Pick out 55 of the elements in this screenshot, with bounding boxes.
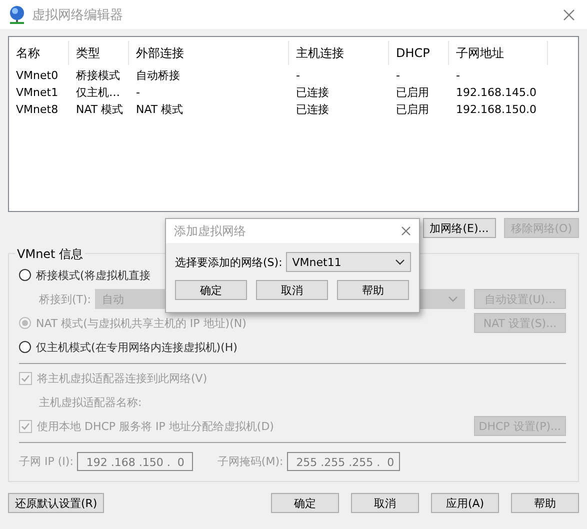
table-cell-text: 已启用 [395,85,430,100]
radio-button[interactable] [19,341,31,353]
ip-field[interactable]: 255 .255 .255 . 0 [287,452,400,470]
checkbox-label: 将主机虚拟适配器连接到此网络(V) [37,370,208,386]
column-header[interactable]: 主机连接 [289,41,389,65]
network-button[interactable]: 加网络(E)... [422,218,496,238]
radio-label: 仅主机模式(在专用网络内连接虚拟机)(H) [36,340,238,354]
field-label: 主机虚拟适配器名称: [39,394,142,410]
dialog-button[interactable]: 确定 [271,493,339,513]
radio-button[interactable] [19,269,31,281]
restore-defaults-button[interactable]: 还原默认设置(R) [8,493,104,513]
table-cell-text: NAT 模式 [135,102,184,117]
table-cell-text: VMnet0 [15,69,60,82]
table-cell-text: - [395,69,401,82]
field-label: 选择要添加的网络(S): [175,254,282,270]
dialog-button[interactable]: 取消 [256,280,328,300]
radio-label: 桥接模式(将虚拟机直接 [36,268,150,282]
radio-label: NAT 模式(与虚拟机共享主机的 IP 地址)(N) [36,316,246,330]
dialog-button[interactable]: 确定 [175,280,247,300]
globe-icon [8,4,26,24]
table-cell-text: - [455,69,461,82]
close-icon[interactable] [401,226,411,236]
table-cell-text: 192.168.150.0 [455,103,538,116]
column-header[interactable]: 类型 [69,41,129,65]
table-cell-text: 已连接 [295,85,330,100]
dialog-button[interactable]: 应用(A) [431,493,499,513]
table-cell-text: 已启用 [395,102,430,117]
column-header[interactable]: 名称 [9,41,69,65]
table-cell-text: VMnet8 [15,103,60,116]
table-cell-text: 自动桥接 [135,68,181,83]
column-header[interactable]: DHCP [389,41,449,65]
network-dropdown[interactable]: VMnet11 [286,252,411,272]
table-cell-text: 桥接模式 [75,68,121,83]
checkbox-label: 使用本地 DHCP 服务将 IP 地址分配给虚拟机(D) [37,418,274,434]
dialog-title: 添加虚拟网络 [174,222,246,240]
dialog-button[interactable]: 帮助 [511,493,579,513]
table-cell-text: 192.168.145.0 [455,86,538,99]
window-title: 虚拟网络编辑器 [32,6,123,24]
ip-field[interactable]: 192 .168 .150 . 0 [77,452,194,470]
dialog-button[interactable]: 帮助 [337,280,409,300]
field-label: 桥接到(T): [39,292,92,306]
field-label: 子网 IP (I): [19,454,74,468]
group-title: VMnet 信息 [15,246,86,263]
dialog-button[interactable]: 取消 [351,493,419,513]
caret-icon [395,259,405,265]
table-cell-text: - [135,86,141,99]
column-header[interactable]: 外部连接 [129,41,289,65]
caret-icon [448,296,458,302]
field-label: 子网掩码(M): [217,454,284,468]
table-cell-text: NAT 模式 [75,102,124,117]
table-cell-text: 已连接 [295,102,330,117]
table-cell-text: - [295,69,301,82]
column-header[interactable]: 子网地址 [449,41,548,65]
table-cell-text: VMnet1 [15,86,60,99]
table-cell-text: 仅主机… [75,85,121,100]
